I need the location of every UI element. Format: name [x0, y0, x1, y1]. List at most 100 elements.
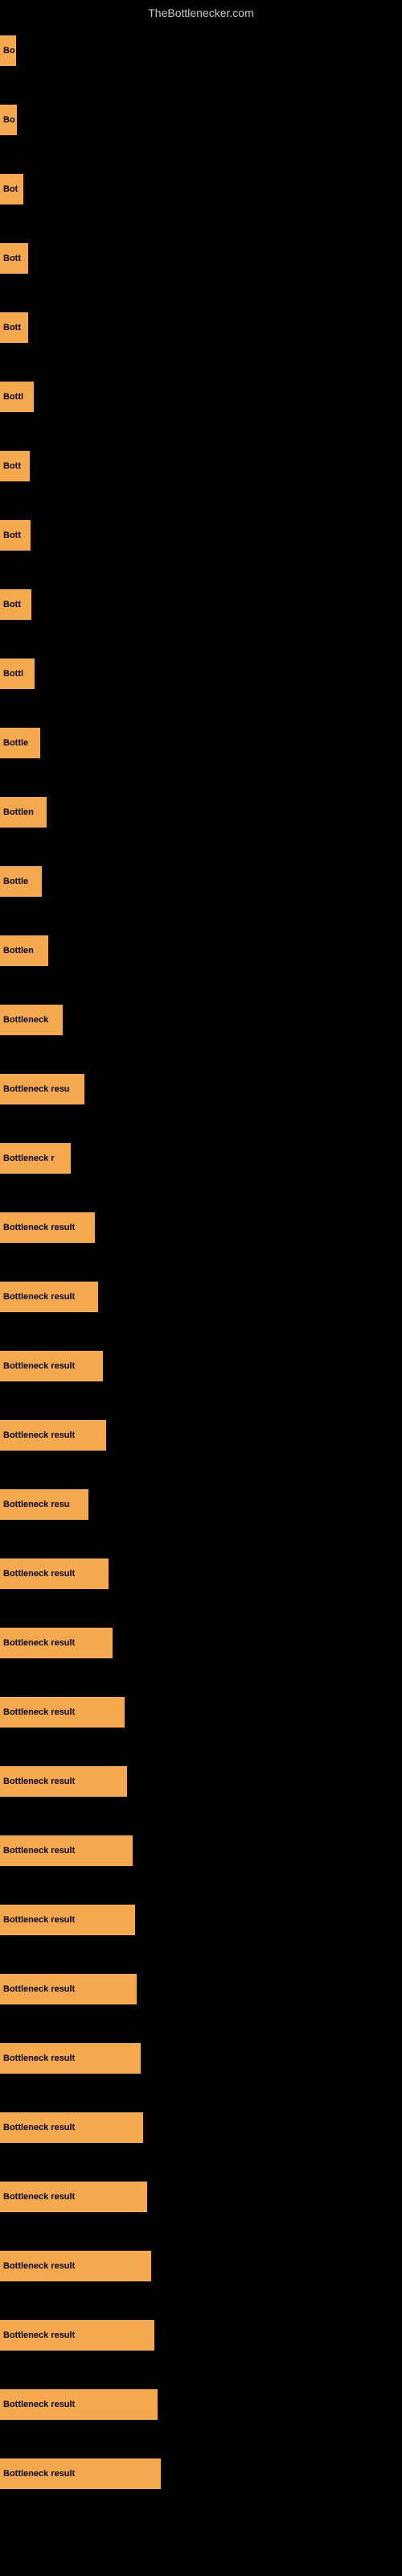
bar-label-6: Bottl — [3, 392, 23, 402]
bar-32: Bottleneck result — [0, 2182, 147, 2212]
bar-label-7: Bott — [3, 461, 21, 471]
bar-row: Bottleneck resu — [0, 1055, 402, 1124]
bar-14: Bottlen — [0, 935, 48, 966]
bar-label-32: Bottleneck result — [3, 2192, 75, 2202]
bar-label-11: Bottle — [3, 738, 28, 748]
bar-3: Bot — [0, 174, 23, 204]
bar-label-23: Bottleneck result — [3, 1569, 75, 1579]
bar-row: Bottleneck result — [0, 2162, 402, 2231]
bar-25: Bottleneck result — [0, 1697, 125, 1728]
bar-5: Bott — [0, 312, 28, 343]
bar-row: Bottleneck result — [0, 1193, 402, 1262]
bar-label-17: Bottleneck r — [3, 1154, 55, 1163]
bar-34: Bottleneck result — [0, 2320, 154, 2351]
bar-label-2: Bo — [3, 115, 15, 125]
bar-row: Bottleneck — [0, 985, 402, 1055]
bar-row: Bottleneck result — [0, 1262, 402, 1331]
bar-9: Bott — [0, 589, 31, 620]
bar-label-29: Bottleneck result — [3, 1984, 75, 1994]
bar-row: Bot — [0, 155, 402, 224]
bar-label-3: Bot — [3, 184, 18, 194]
bar-24: Bottleneck result — [0, 1628, 113, 1658]
bar-label-35: Bottleneck result — [3, 2400, 75, 2409]
bar-row: Bottlen — [0, 778, 402, 847]
bar-row: Bottleneck result — [0, 1608, 402, 1678]
bar-4: Bott — [0, 243, 28, 274]
bar-row: Bottle — [0, 708, 402, 778]
bar-label-21: Bottleneck result — [3, 1430, 75, 1440]
bar-2: Bo — [0, 105, 17, 135]
bar-row: Bottleneck result — [0, 1331, 402, 1401]
bar-label-27: Bottleneck result — [3, 1846, 75, 1856]
bar-label-22: Bottleneck resu — [3, 1500, 70, 1509]
bar-label-25: Bottleneck result — [3, 1707, 75, 1717]
bar-13: Bottle — [0, 866, 42, 897]
bar-label-15: Bottleneck — [3, 1015, 48, 1025]
bar-31: Bottleneck result — [0, 2112, 143, 2143]
bar-label-24: Bottleneck result — [3, 1638, 75, 1648]
bar-row: Bottleneck result — [0, 2024, 402, 2093]
bar-label-5: Bott — [3, 323, 21, 332]
bar-label-26: Bottleneck result — [3, 1777, 75, 1786]
bar-label-31: Bottleneck result — [3, 2123, 75, 2132]
bar-label-14: Bottlen — [3, 946, 34, 956]
bar-row: Bottleneck result — [0, 2231, 402, 2301]
bar-20: Bottleneck result — [0, 1351, 103, 1381]
bar-row: Bottleneck result — [0, 1955, 402, 2024]
bar-row: Bott — [0, 570, 402, 639]
bar-row: Bott — [0, 431, 402, 501]
bar-row: Bottleneck result — [0, 2301, 402, 2370]
bar-label-30: Bottleneck result — [3, 2054, 75, 2063]
bar-row: Bottlen — [0, 916, 402, 985]
bar-label-16: Bottleneck resu — [3, 1084, 70, 1094]
bars-container: Bo Bo Bot Bott Bott Bottl Bott Bott Bott Bottl Bot… — [0, 16, 402, 2508]
bar-row: Bottleneck result — [0, 2439, 402, 2508]
bar-row: Bottleneck result — [0, 2370, 402, 2439]
bar-8: Bott — [0, 520, 31, 551]
bar-label-13: Bottle — [3, 877, 28, 886]
bar-17: Bottleneck r — [0, 1143, 71, 1174]
bar-label-34: Bottleneck result — [3, 2330, 75, 2340]
bar-row: Bottl — [0, 639, 402, 708]
bar-10: Bottl — [0, 658, 35, 689]
bar-row: Bottleneck result — [0, 2093, 402, 2162]
bar-28: Bottleneck result — [0, 1905, 135, 1935]
bar-row: Bottleneck result — [0, 1885, 402, 1955]
bar-30: Bottleneck result — [0, 2043, 141, 2074]
bar-label-4: Bott — [3, 254, 21, 263]
bar-7: Bott — [0, 451, 30, 481]
bar-label-8: Bott — [3, 530, 21, 540]
bar-16: Bottleneck resu — [0, 1074, 84, 1104]
bar-row: Bott — [0, 293, 402, 362]
bar-label-36: Bottleneck result — [3, 2469, 75, 2479]
bar-15: Bottleneck — [0, 1005, 63, 1035]
bar-27: Bottleneck result — [0, 1835, 133, 1866]
bar-row: Bottleneck r — [0, 1124, 402, 1193]
bar-1: Bo — [0, 35, 16, 66]
bar-label-12: Bottlen — [3, 807, 34, 817]
bar-label-33: Bottleneck result — [3, 2261, 75, 2271]
bar-row: Bo — [0, 85, 402, 155]
bar-row: Bottleneck resu — [0, 1470, 402, 1539]
bar-label-9: Bott — [3, 600, 21, 609]
bar-row: Bott — [0, 501, 402, 570]
bar-row: Bottleneck result — [0, 1678, 402, 1747]
bar-26: Bottleneck result — [0, 1766, 127, 1797]
bar-row: Bottleneck result — [0, 1816, 402, 1885]
bar-11: Bottle — [0, 728, 40, 758]
bar-row: Bo — [0, 16, 402, 85]
bar-row: Bottleneck result — [0, 1401, 402, 1470]
bar-row: Bottleneck result — [0, 1747, 402, 1816]
bar-row: Bottleneck result — [0, 1539, 402, 1608]
bar-23: Bottleneck result — [0, 1558, 109, 1589]
bar-19: Bottleneck result — [0, 1282, 98, 1312]
bar-6: Bottl — [0, 382, 34, 412]
bar-label-19: Bottleneck result — [3, 1292, 75, 1302]
bar-label-28: Bottleneck result — [3, 1915, 75, 1925]
bar-36: Bottleneck result — [0, 2458, 161, 2489]
bar-row: Bott — [0, 224, 402, 293]
bar-22: Bottleneck resu — [0, 1489, 88, 1520]
bar-row: Bottle — [0, 847, 402, 916]
bar-label-10: Bottl — [3, 669, 23, 679]
bar-35: Bottleneck result — [0, 2389, 158, 2420]
